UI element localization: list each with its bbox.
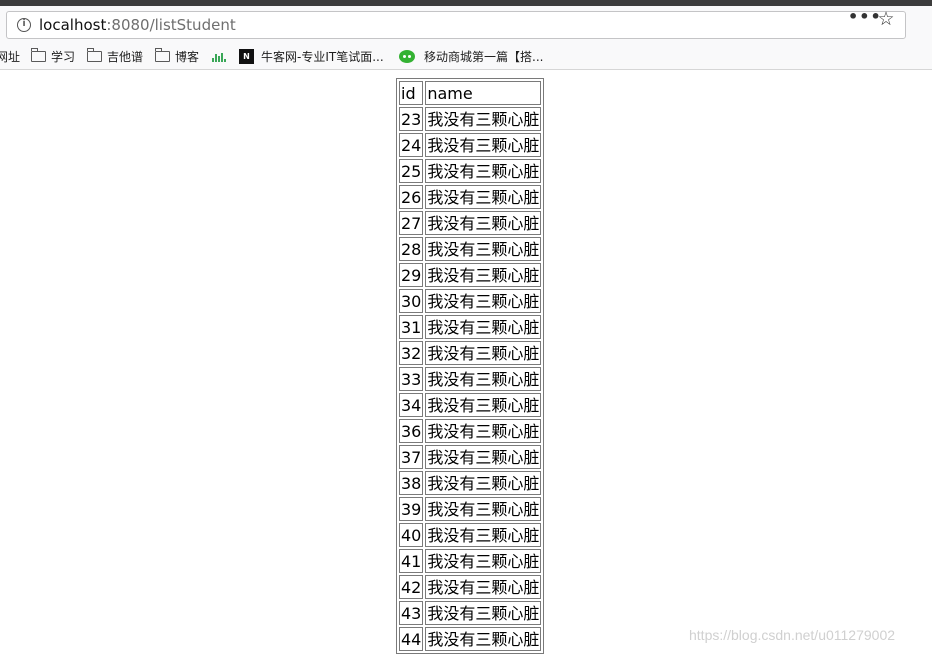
cell-id: 41 [399, 549, 424, 573]
bookmark-label: 吉他谱 [107, 50, 144, 64]
cell-name: 我没有三颗心脏 [425, 627, 542, 651]
bookmark-mobile-mall[interactable]: 移动商城第一篇【搭... [399, 48, 543, 67]
table-row: 32 我没有三颗心脏 [399, 341, 542, 365]
folder-icon [155, 48, 170, 62]
cell-id: 38 [399, 471, 424, 495]
cell-name: 我没有三颗心脏 [425, 575, 542, 599]
cell-name: 我没有三颗心脏 [425, 393, 542, 417]
url-text[interactable]: localhost:8080/listStudent [39, 16, 236, 35]
table-row: 36 我没有三颗心脏 [399, 419, 542, 443]
cell-id: 32 [399, 341, 424, 365]
cell-name: 我没有三颗心脏 [425, 133, 542, 157]
cell-name: 我没有三颗心脏 [425, 211, 542, 235]
cell-id: 25 [399, 159, 424, 183]
table-row: 39 我没有三颗心脏 [399, 497, 542, 521]
cell-name: 我没有三颗心脏 [425, 497, 542, 521]
navigation-bar: i localhost:8080/listStudent ••• ☆ [0, 6, 932, 46]
audio-icon [211, 52, 227, 64]
bookmark-audio[interactable] [211, 48, 227, 67]
bookmark-label: 博客 [175, 50, 200, 64]
watermark: https://blog.csdn.net/u011279002 [689, 627, 896, 643]
cell-name: 我没有三颗心脏 [425, 237, 542, 261]
bookmark-item[interactable]: 网址 [0, 48, 20, 67]
cell-id: 42 [399, 575, 424, 599]
cell-name: 我没有三颗心脏 [425, 549, 542, 573]
table-row: 24 我没有三颗心脏 [399, 133, 542, 157]
cell-name: 我没有三颗心脏 [425, 185, 542, 209]
cell-name: 我没有三颗心脏 [425, 263, 542, 287]
column-header-id: id [399, 81, 424, 105]
cell-id: 29 [399, 263, 424, 287]
cell-name: 我没有三颗心脏 [425, 289, 542, 313]
bookmark-label: 学习 [51, 50, 76, 64]
cell-name: 我没有三颗心脏 [425, 107, 542, 131]
cell-name: 我没有三颗心脏 [425, 419, 542, 443]
cell-id: 28 [399, 237, 424, 261]
folder-icon [31, 48, 46, 62]
table-row: 31 我没有三颗心脏 [399, 315, 542, 339]
cell-id: 36 [399, 419, 424, 443]
cell-name: 我没有三颗心脏 [425, 367, 542, 391]
bookmark-label: 网址 [0, 50, 21, 64]
bookmark-label: 移动商城第一篇【搭... [424, 50, 544, 64]
chat-icon [399, 50, 415, 63]
folder-icon [87, 48, 102, 62]
table-row: 29 我没有三颗心脏 [399, 263, 542, 287]
table-row: 25 我没有三颗心脏 [399, 159, 542, 183]
cell-id: 34 [399, 393, 424, 417]
cell-id: 33 [399, 367, 424, 391]
cell-id: 44 [399, 627, 424, 651]
bookmark-nowcoder[interactable]: N 牛客网-专业IT笔试面... [239, 48, 384, 67]
cell-id: 30 [399, 289, 424, 313]
url-path: :8080/listStudent [106, 16, 236, 34]
table-row: 27 我没有三颗心脏 [399, 211, 542, 235]
cell-id: 40 [399, 523, 424, 547]
bookmark-star-icon[interactable]: ☆ [876, 9, 896, 29]
cell-id: 31 [399, 315, 424, 339]
cell-id: 43 [399, 601, 424, 625]
cell-id: 27 [399, 211, 424, 235]
table-row: 28 我没有三颗心脏 [399, 237, 542, 261]
cell-id: 39 [399, 497, 424, 521]
student-table: id name 23 我没有三颗心脏 24 我没有三颗心脏 25 我没有三颗心脏 26 我没有… [396, 78, 545, 654]
bookmarks-bar: 网址 学习 吉他谱 博客 N 牛客网-专业IT笔试面... 移动商城第一篇【搭..… [0, 46, 932, 70]
table-row: 38 我没有三颗心脏 [399, 471, 542, 495]
cell-id: 37 [399, 445, 424, 469]
cell-name: 我没有三颗心脏 [425, 315, 542, 339]
bookmark-folder-guitar[interactable]: 吉他谱 [87, 48, 143, 67]
cell-name: 我没有三颗心脏 [425, 601, 542, 625]
table-header-row: id name [399, 81, 542, 105]
info-icon[interactable]: i [17, 18, 31, 32]
cell-id: 23 [399, 107, 424, 131]
table-row: 42 我没有三颗心脏 [399, 575, 542, 599]
table-row: 26 我没有三颗心脏 [399, 185, 542, 209]
column-header-name: name [425, 81, 542, 105]
cell-name: 我没有三颗心脏 [425, 341, 542, 365]
table-row: 43 我没有三颗心脏 [399, 601, 542, 625]
table-row: 44 我没有三颗心脏 [399, 627, 542, 651]
table-row: 37 我没有三颗心脏 [399, 445, 542, 469]
nowcoder-icon: N [239, 49, 254, 64]
table-row: 30 我没有三颗心脏 [399, 289, 542, 313]
url-host: localhost [39, 16, 107, 34]
cell-name: 我没有三颗心脏 [425, 159, 542, 183]
table-body: 23 我没有三颗心脏 24 我没有三颗心脏 25 我没有三颗心脏 26 我没有三颗心脏 27 我没… [399, 107, 542, 651]
table-row: 23 我没有三颗心脏 [399, 107, 542, 131]
table-row: 33 我没有三颗心脏 [399, 367, 542, 391]
cell-id: 24 [399, 133, 424, 157]
bookmark-label: 牛客网-专业IT笔试面... [261, 50, 384, 64]
address-bar[interactable]: i localhost:8080/listStudent [6, 11, 906, 39]
bookmark-folder-blog[interactable]: 博客 [155, 48, 199, 67]
table-row: 34 我没有三颗心脏 [399, 393, 542, 417]
cell-name: 我没有三颗心脏 [425, 523, 542, 547]
table-row: 40 我没有三颗心脏 [399, 523, 542, 547]
table-row: 41 我没有三颗心脏 [399, 549, 542, 573]
more-actions-icon[interactable]: ••• [848, 9, 881, 27]
bookmark-folder-study[interactable]: 学习 [31, 48, 75, 67]
cell-name: 我没有三颗心脏 [425, 445, 542, 469]
cell-name: 我没有三颗心脏 [425, 471, 542, 495]
cell-id: 26 [399, 185, 424, 209]
